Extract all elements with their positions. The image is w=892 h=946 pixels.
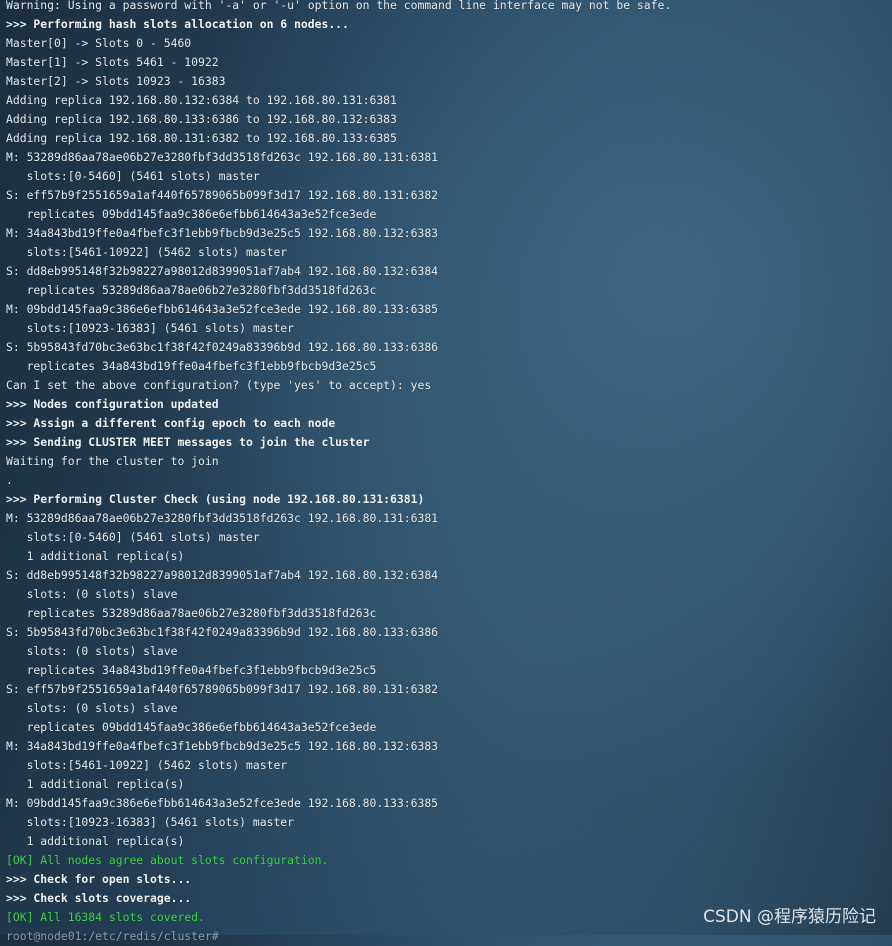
terminal-line: Warning: Using a password with '-a' or '… (6, 0, 672, 12)
terminal-line: S: dd8eb995148f32b98227a98012d8399051af7… (6, 568, 439, 582)
terminal-line: M: 53289d86aa78ae06b27e3280fbf3dd3518fd2… (6, 150, 439, 164)
terminal-line: M: 53289d86aa78ae06b27e3280fbf3dd3518fd2… (6, 511, 439, 525)
step-header-line: >>> Check for open slots... (6, 872, 192, 886)
terminal-line: slots:[5461-10922] (5462 slots) master (6, 758, 288, 772)
terminal-line: S: eff57b9f2551659a1af440f65789065b099f3… (6, 188, 439, 202)
terminal-line: slots: (0 slots) slave (6, 644, 178, 658)
terminal-line: slots: (0 slots) slave (6, 587, 178, 601)
terminal-line: S: 5b95843fd70bc3e63bc1f38f42f0249a83396… (6, 340, 439, 354)
terminal-line: slots: (0 slots) slave (6, 701, 178, 715)
terminal-line: replicates 34a843bd19ffe0a4fbefc3f1ebb9f… (6, 663, 377, 677)
ok-status-line: [OK] All nodes agree about slots configu… (6, 853, 329, 867)
terminal-line: Adding replica 192.168.80.131:6382 to 19… (6, 131, 397, 145)
terminal-line: replicates 09bdd145faa9c386e6efbb614643a… (6, 720, 377, 734)
terminal-line: slots:[10923-16383] (5461 slots) master (6, 815, 295, 829)
terminal-line: S: eff57b9f2551659a1af440f65789065b099f3… (6, 682, 439, 696)
terminal-line: Can I set the above configuration? (type… (6, 378, 432, 392)
terminal-line: M: 09bdd145faa9c386e6efbb614643a3e52fce3… (6, 796, 439, 810)
step-header-line: >>> Performing Cluster Check (using node… (6, 492, 425, 506)
terminal-line: Waiting for the cluster to join (6, 454, 219, 468)
step-header-line: >>> Performing hash slots allocation on … (6, 17, 349, 31)
terminal-line: Master[2] -> Slots 10923 - 16383 (6, 74, 226, 88)
terminal-line: Master[1] -> Slots 5461 - 10922 (6, 55, 219, 69)
terminal-line: 1 additional replica(s) (6, 777, 185, 791)
terminal-output[interactable]: Warning: Using a password with '-a' or '… (6, 0, 892, 943)
terminal-line: Adding replica 192.168.80.132:6384 to 19… (6, 93, 397, 107)
step-header-line: >>> Assign a different config epoch to e… (6, 416, 336, 430)
terminal-line: replicates 09bdd145faa9c386e6efbb614643a… (6, 207, 377, 221)
terminal-line: root@node01:/etc/redis/cluster# (6, 929, 219, 943)
terminal-line: S: 5b95843fd70bc3e63bc1f38f42f0249a83396… (6, 625, 439, 639)
terminal-line: S: dd8eb995148f32b98227a98012d8399051af7… (6, 264, 439, 278)
terminal-line: Adding replica 192.168.80.133:6386 to 19… (6, 112, 397, 126)
terminal-line: slots:[0-5460] (5461 slots) master (6, 169, 260, 183)
terminal-line: replicates 53289d86aa78ae06b27e3280fbf3d… (6, 283, 377, 297)
terminal-line: slots:[0-5460] (5461 slots) master (6, 530, 260, 544)
terminal-line: M: 34a843bd19ffe0a4fbefc3f1ebb9fbcb9d3e2… (6, 739, 439, 753)
csdn-watermark: CSDN @程序猿历险记 (703, 907, 876, 927)
terminal-line: Master[0] -> Slots 0 - 5460 (6, 36, 192, 50)
terminal-line: . (6, 473, 13, 487)
terminal-line: replicates 53289d86aa78ae06b27e3280fbf3d… (6, 606, 377, 620)
step-header-line: >>> Sending CLUSTER MEET messages to joi… (6, 435, 370, 449)
terminal-line: 1 additional replica(s) (6, 549, 185, 563)
step-header-line: >>> Nodes configuration updated (6, 397, 219, 411)
terminal-line: slots:[10923-16383] (5461 slots) master (6, 321, 295, 335)
terminal-line: slots:[5461-10922] (5462 slots) master (6, 245, 288, 259)
terminal-line: replicates 34a843bd19ffe0a4fbefc3f1ebb9f… (6, 359, 377, 373)
terminal-line: 1 additional replica(s) (6, 834, 185, 848)
terminal-line: M: 34a843bd19ffe0a4fbefc3f1ebb9fbcb9d3e2… (6, 226, 439, 240)
terminal-line: M: 09bdd145faa9c386e6efbb614643a3e52fce3… (6, 302, 439, 316)
